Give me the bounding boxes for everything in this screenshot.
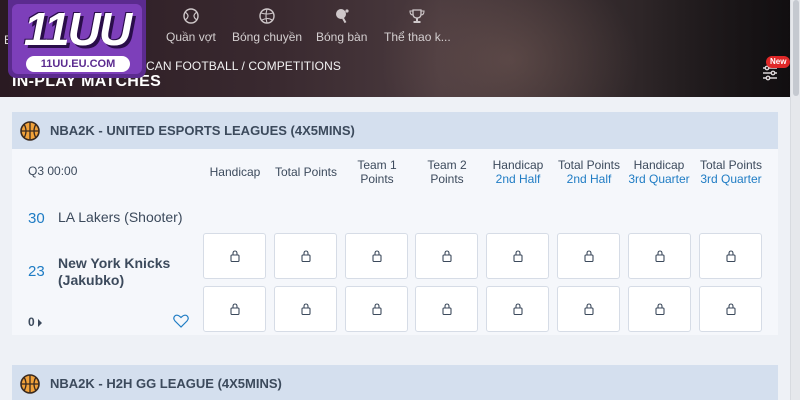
market-header-line1: Handicap [209,165,261,179]
market-header-line1: Handicap [492,158,544,172]
market-header: Handicap 3rd Quarter [624,158,694,186]
league-header[interactable]: NBA2K - UNITED ESPORTS LEAGUES (4X5MINS) [12,112,778,149]
market-header-line2: Points [430,172,464,186]
new-badge: New [766,56,791,68]
market-header-line2: 3rd Quarter [628,172,690,186]
page: E Quần vợt Bóng chuyền Bóng bàn [0,0,800,400]
ping-pong-icon [335,9,349,24]
market-header-line2: Points [360,172,394,186]
breadcrumb[interactable]: CAN FOOTBALL / COMPETITIONS [146,59,341,73]
basketball-icon [20,373,40,394]
league-card: NBA2K - H2H GG LEAGUE (4X5MINS) [12,365,778,400]
market-header-line1: Total Points [274,165,338,179]
market-header: Handicap 2nd Half [486,158,550,186]
scrollbar[interactable] [790,0,800,400]
team-name[interactable]: LA Lakers (Shooter) [58,209,183,225]
heart-icon[interactable] [173,314,189,328]
lock-icon [371,303,382,315]
tab-label: Bóng chuyền [232,30,303,44]
trophy-icon [409,9,425,23]
market-header: Total Points [274,165,338,179]
market-header: Team 1 Points [345,158,409,186]
market-header-line2: 2nd Half [566,172,612,186]
lock-icon [725,250,736,262]
odds-cell-locked[interactable] [486,233,549,279]
market-header: Total Points 2nd Half [557,158,621,186]
tennis-ball-icon [183,8,199,24]
odds-cell-locked[interactable] [415,286,478,332]
brand-logo[interactable]: 11UU 11UU.EU.COM [8,0,148,80]
header-banner: E Quần vợt Bóng chuyền Bóng bàn [0,0,800,97]
tab-ping-pong[interactable]: Bóng bàn [316,8,367,48]
lock-icon [441,250,452,262]
lock-icon [583,250,594,262]
odds-cell-locked[interactable] [345,233,408,279]
lock-icon [583,303,594,315]
lock-icon [300,303,311,315]
match-clock: Q3 00:00 [28,164,78,178]
caret-right-icon [37,318,42,327]
league-name: NBA2K - UNITED ESPORTS LEAGUES (4X5MINS) [50,123,355,138]
tab-other-sports[interactable]: Thể thao k... [384,8,451,48]
odds-cell-locked[interactable] [486,286,549,332]
scrollbar-thumb[interactable] [793,0,799,96]
team-score: 30 [28,210,45,227]
team-score: 23 [28,263,45,280]
lock-icon [512,250,523,262]
odds-cell-locked[interactable] [628,286,691,332]
lock-icon [654,303,665,315]
market-header-line2: 2nd Half [495,172,541,186]
market-header-line1: Total Points [557,158,621,172]
odds-cell-locked[interactable] [203,233,266,279]
more-markets-toggle[interactable]: 0 [28,315,42,329]
market-header-line1: Team 2 [427,158,467,172]
lock-icon [229,250,240,262]
tab-label: Bóng bàn [316,30,368,44]
lock-icon [512,303,523,315]
tab-label: Thể thao k... [384,30,451,44]
header-shade [640,0,800,97]
market-header: Handicap [203,165,267,179]
odds-cell-locked[interactable] [699,233,762,279]
basketball-icon [20,120,40,141]
odds-cell-locked[interactable] [274,286,337,332]
market-header-line1: Team 1 [357,158,397,172]
odds-cell-locked[interactable] [557,286,620,332]
market-header: Team 2 Points [415,158,479,186]
tab-tennis[interactable]: Quần vợt [166,8,216,48]
league-card: NBA2K - UNITED ESPORTS LEAGUES (4X5MINS)… [12,112,778,335]
market-header-line1: Total Points [699,158,763,172]
lock-icon [229,303,240,315]
odds-cell-locked[interactable] [557,233,620,279]
odds-cell-locked[interactable] [274,233,337,279]
match-panel: Q3 00:00 Handicap Total Points Team 1 Poi… [12,149,778,335]
lock-icon [371,250,382,262]
market-header-line1: Handicap [633,158,685,172]
odds-cell-locked[interactable] [203,286,266,332]
more-markets-count: 0 [28,315,35,329]
lock-icon [300,250,311,262]
odds-cell-locked[interactable] [345,286,408,332]
odds-cell-locked[interactable] [699,286,762,332]
league-header[interactable]: NBA2K - H2H GG LEAGUE (4X5MINS) [12,365,778,400]
tab-volleyball[interactable]: Bóng chuyền [232,8,302,48]
odds-cell-locked[interactable] [415,233,478,279]
logo-wordmark: 11UU [23,3,132,55]
league-name: NBA2K - H2H GG LEAGUE (4X5MINS) [50,376,282,391]
market-header-line2: 3rd Quarter [700,172,762,186]
odds-cell-locked[interactable] [628,233,691,279]
market-header: Total Points 3rd Quarter [695,158,767,186]
volleyball-icon [259,8,275,24]
tab-label: Quần vợt [166,30,216,44]
lock-icon [725,303,736,315]
lock-icon [441,303,452,315]
logo-domain: 11UU.EU.COM [26,56,130,72]
team-name[interactable]: New York Knicks (Jakubko) [58,255,188,289]
lock-icon [654,250,665,262]
